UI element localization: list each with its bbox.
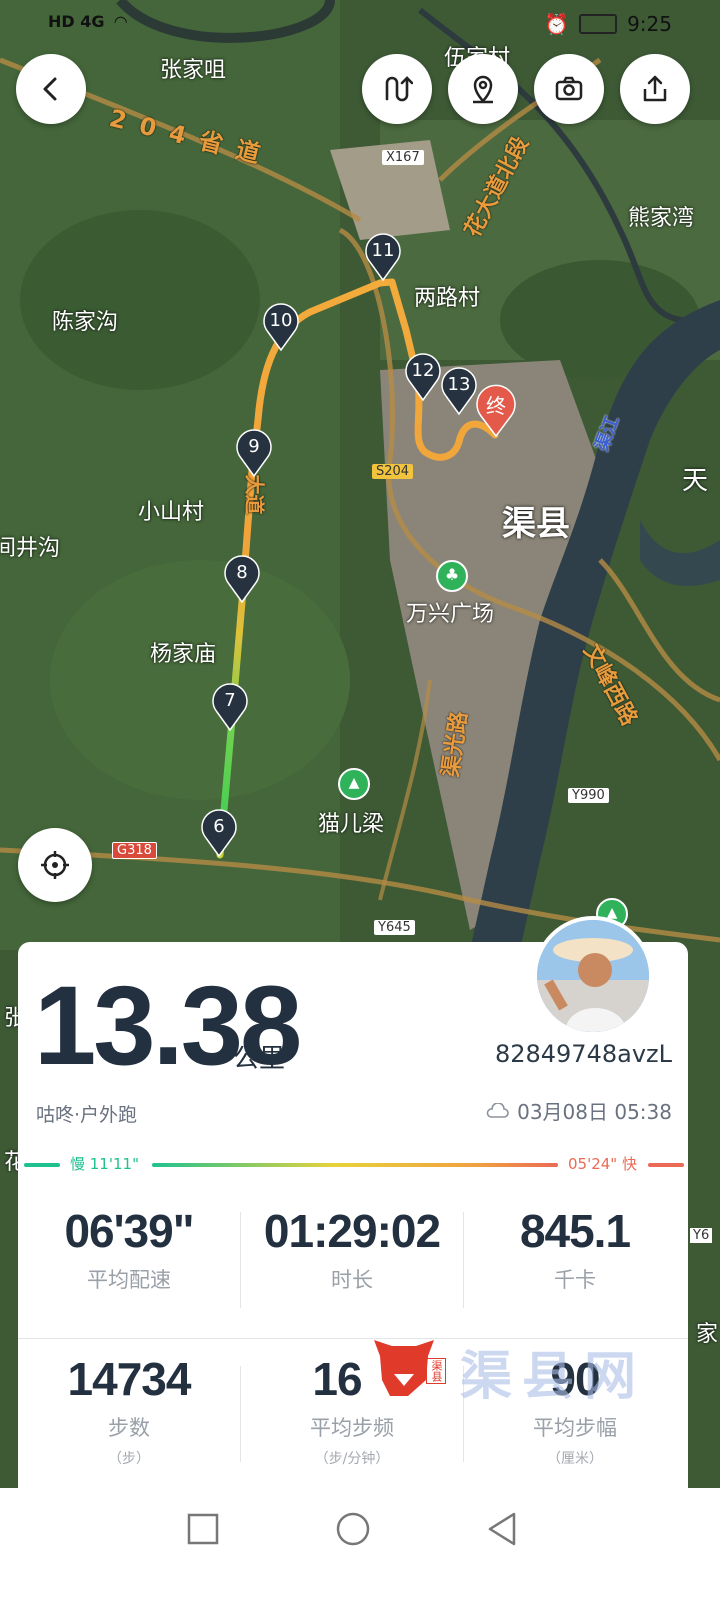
label-xiongjiawan: 熊家湾 xyxy=(628,206,695,231)
label-y645: Y645 xyxy=(374,920,415,935)
end-marker[interactable]: 终 xyxy=(474,382,518,442)
pace-fast-label: 05'24" 快 xyxy=(568,1155,637,1173)
route-replay-button[interactable] xyxy=(362,54,432,124)
location-pin-button[interactable] xyxy=(448,54,518,124)
stride-label: 平均步幅 xyxy=(533,1416,617,1440)
back-button[interactable] xyxy=(16,54,86,124)
label-wanxing-square: 万兴广场 xyxy=(406,602,495,627)
mountain-icon: ▲ xyxy=(338,768,370,800)
stat-duration: 01:29:02 时长 xyxy=(241,1204,463,1294)
divider xyxy=(240,1212,241,1308)
km-marker-11[interactable]: 11 xyxy=(364,232,402,286)
calories-label: 千卡 xyxy=(554,1268,596,1292)
label-yangjiamiao: 杨家庙 xyxy=(150,642,217,667)
crosshair-icon xyxy=(41,851,69,879)
km-marker-13[interactable]: 13 xyxy=(440,366,478,420)
label-maoerliang: 猫儿梁 xyxy=(318,812,385,837)
km-marker-10[interactable]: 10 xyxy=(262,302,300,356)
avatar-image xyxy=(537,920,649,1032)
camera-button[interactable] xyxy=(534,54,604,124)
label-tian: 天 xyxy=(682,466,709,496)
run-datetime: 03月08日 05:38 xyxy=(485,1096,672,1125)
label-y6-edge: Y6 xyxy=(690,1228,713,1243)
cloud-icon xyxy=(486,1102,509,1118)
divider xyxy=(463,1212,464,1308)
system-nav-bar xyxy=(0,1488,720,1600)
label-g318: G318 xyxy=(112,842,157,859)
avatar[interactable] xyxy=(533,916,653,1036)
share-button[interactable] xyxy=(620,54,690,124)
avg-pace-label: 平均配速 xyxy=(87,1268,171,1292)
km-marker-8[interactable]: 8 xyxy=(223,554,261,608)
cadence-label: 平均步频 xyxy=(310,1416,394,1440)
sport-type: 咕咚·户外跑 xyxy=(36,1104,138,1126)
watermark: 渠县 渠县网 xyxy=(368,1330,668,1410)
steps-unit: （步） xyxy=(108,1451,150,1467)
pace-gradient-bar: 慢 11'11" 05'24" 快 xyxy=(8,1155,688,1173)
steps-label: 步数 xyxy=(108,1416,150,1440)
km-marker-7[interactable]: 7 xyxy=(211,682,249,736)
label-qu-county: 渠县 xyxy=(502,504,570,544)
pace-slow-label: 慢 11'11" xyxy=(70,1155,139,1173)
stat-calories: 845.1 千卡 xyxy=(464,1204,686,1294)
user-id[interactable]: 82849748avzL xyxy=(495,1040,672,1068)
route-icon xyxy=(385,76,413,102)
network-indicator: HD 4G xyxy=(48,12,105,31)
status-bar: HD 4G ◠ ⏰ 9:25 xyxy=(0,0,720,48)
label-jingou: 间井沟 xyxy=(0,536,61,561)
km-marker-12[interactable]: 12 xyxy=(404,352,442,406)
label-lianglucun: 两路村 xyxy=(414,286,481,311)
duration-label: 时长 xyxy=(331,1268,373,1292)
watermark-seal: 渠县 xyxy=(426,1358,446,1384)
km-marker-9[interactable]: 9 xyxy=(235,428,273,482)
steps-value: 14734 xyxy=(67,1353,192,1405)
battery-icon xyxy=(579,14,618,34)
map-pin-icon xyxy=(473,75,493,104)
label-x167: X167 xyxy=(382,150,424,165)
km-marker-6[interactable]: 6 xyxy=(200,808,238,862)
label-s204: S204 xyxy=(372,464,414,479)
recent-apps-icon[interactable] xyxy=(186,1512,220,1546)
park-icon: ♣ xyxy=(436,560,468,592)
divider xyxy=(240,1366,241,1462)
calories-value: 845.1 xyxy=(519,1205,631,1257)
stat-avg-pace: 06'39" 平均配速 xyxy=(18,1204,240,1294)
wifi-icon: ◠ xyxy=(114,12,127,31)
label-chenjiagou: 陈家沟 xyxy=(52,310,119,335)
stat-steps: 14734 步数 （步） xyxy=(18,1352,240,1468)
distance-unit: 公里 xyxy=(233,1044,286,1074)
label-zhangjiazui: 张家咀 xyxy=(160,58,227,83)
datetime-text: 03月08日 05:38 xyxy=(517,1100,672,1124)
label-xiaoshancun: 小山村 xyxy=(138,500,205,525)
watermark-text: 渠县网 xyxy=(460,1347,647,1407)
camera-icon xyxy=(555,76,583,101)
alarm-icon: ⏰ xyxy=(544,12,570,36)
locate-button[interactable] xyxy=(18,828,92,902)
stride-unit: （厘米） xyxy=(547,1451,603,1467)
label-y990: Y990 xyxy=(568,788,609,803)
chevron-left-icon xyxy=(43,77,57,101)
share-icon xyxy=(643,75,667,102)
avg-pace-value: 06'39" xyxy=(64,1205,194,1257)
status-time: 9:25 xyxy=(627,12,672,36)
home-icon[interactable] xyxy=(334,1510,372,1548)
cadence-unit: （步/分钟） xyxy=(314,1451,390,1467)
label-jia-edge: 家 xyxy=(696,1322,719,1347)
duration-value: 01:29:02 xyxy=(263,1205,441,1257)
back-nav-icon[interactable] xyxy=(484,1510,522,1548)
